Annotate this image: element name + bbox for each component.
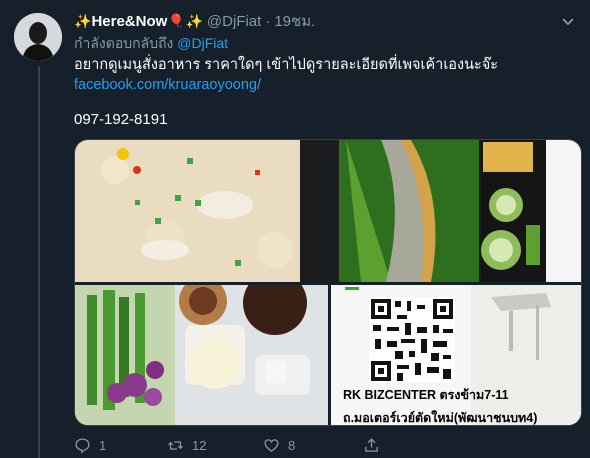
tweet-time[interactable]: 19ชม. (274, 9, 315, 33)
tweet-text: อยากดูเมนูสั่งอาหาร ราคาใดๆ เข้าไปดูรายล… (74, 55, 498, 95)
reply-icon (75, 437, 90, 454)
share-icon (365, 437, 378, 452)
reply-prefix: กำลังตอบกลับถึง (74, 35, 174, 51)
thread-line (38, 66, 40, 458)
display-name[interactable]: Here&Now (91, 13, 167, 30)
retweet-button[interactable]: 12 (167, 437, 263, 454)
media-grid: RK BIZCENTER ตรงข้าม7-11 ถ.มอเตอร์เวย์ตั… (74, 139, 582, 426)
card-address-line2: ถ.มอเตอร์เวย์ตัดใหม่(พัฒนาชนบท4) (343, 411, 538, 425)
avatar[interactable] (14, 13, 62, 61)
tweet-header: ✨ Here&Now 🎈 ✨ @DjFiat · 19ชม. (74, 11, 576, 31)
facebook-link[interactable]: facebook.com/kruaraoyoong/ (74, 75, 498, 95)
reply-button[interactable]: 1 (74, 437, 167, 454)
photo-qr-card[interactable]: RK BIZCENTER ตรงข้าม7-11 ถ.มอเตอร์เวย์ตั… (331, 285, 581, 425)
photo-fried-rice[interactable] (75, 140, 328, 282)
separator-dot: · (265, 12, 271, 30)
sparkles-icon: ✨ (74, 12, 92, 29)
like-count: 8 (288, 437, 296, 453)
card-address-line1: RK BIZCENTER ตรงข้าม7-11 (343, 388, 509, 402)
reply-mention[interactable]: @DjFiat (177, 35, 228, 51)
caret-down-icon[interactable] (560, 13, 576, 29)
retweet-count: 12 (192, 437, 207, 453)
balloon-icon: 🎈 (168, 13, 185, 28)
reply-context: กำลังตอบกลับถึง @DjFiat (74, 33, 228, 55)
like-icon (264, 438, 279, 452)
reply-count: 1 (99, 437, 107, 453)
sparkles-icon: ✨ (185, 12, 203, 29)
tweet-text-line: อยากดูเมนูสั่งอาหาร ราคาใดๆ เข้าไปดูรายล… (74, 57, 499, 73)
photo-grilled-fish[interactable] (331, 140, 581, 282)
like-button[interactable]: 8 (263, 437, 363, 454)
retweet-icon (167, 440, 184, 450)
tweet-actions: 1 12 8 (74, 435, 582, 455)
phone-number: 097-192-8191 (74, 111, 168, 128)
share-button[interactable] (363, 437, 463, 454)
user-handle[interactable]: @DjFiat (207, 13, 261, 30)
photo-vegetables-sauce[interactable] (75, 285, 328, 425)
